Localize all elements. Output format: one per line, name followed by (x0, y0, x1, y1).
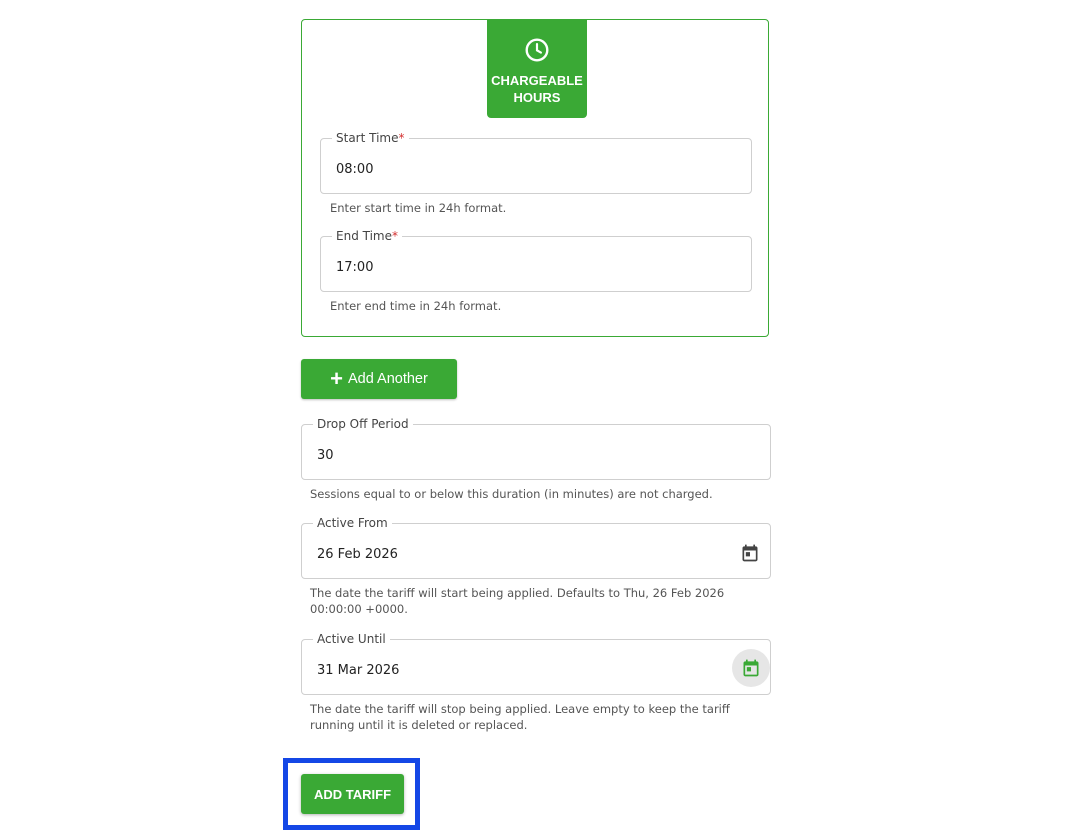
add-another-button[interactable]: + Add Another (301, 359, 457, 399)
chargeable-hours-header: CHARGEABLE HOURS (487, 19, 587, 118)
chargeable-hours-title: CHARGEABLE HOURS (491, 73, 583, 105)
start-time-value[interactable]: 08:00 (336, 162, 373, 178)
drop-off-period-field[interactable]: Drop Off Period 30 (301, 417, 771, 480)
plus-icon: + (330, 366, 344, 391)
drop-off-period-value[interactable]: 30 (317, 448, 334, 464)
end-time-field[interactable]: End Time* 17:00 (320, 229, 752, 292)
drop-off-period-label: Drop Off Period (313, 417, 413, 431)
add-another-label: Add Another (348, 371, 428, 387)
active-from-helper-line1: The date the tariff will start being app… (310, 586, 725, 600)
end-time-label: End Time* (332, 229, 402, 243)
start-time-helper: Enter start time in 24h format. (330, 201, 507, 215)
calendar-icon[interactable] (739, 542, 761, 564)
required-asterisk: * (398, 131, 405, 145)
start-time-label: Start Time* (332, 131, 409, 145)
active-from-label: Active From (313, 516, 392, 530)
end-time-value[interactable]: 17:00 (336, 260, 373, 276)
active-until-helper-line1: The date the tariff will stop being appl… (310, 702, 730, 716)
active-until-field[interactable]: Active Until 31 Mar 2026 (301, 632, 771, 695)
calendar-icon[interactable] (732, 649, 770, 687)
required-asterisk: * (392, 229, 398, 243)
active-until-label: Active Until (313, 632, 390, 646)
active-until-helper-line2: running until it is deleted or replaced. (310, 718, 528, 732)
active-until-value[interactable]: 31 Mar 2026 (317, 663, 399, 679)
active-from-value[interactable]: 26 Feb 2026 (317, 547, 398, 563)
active-from-field[interactable]: Active From 26 Feb 2026 (301, 516, 771, 579)
active-from-helper: The date the tariff will start being app… (310, 585, 724, 617)
end-time-helper: Enter end time in 24h format. (330, 299, 502, 313)
chargeable-hours-card: CHARGEABLE HOURS Start Time* 08:00 Enter… (301, 19, 769, 337)
clock-icon (525, 38, 549, 62)
add-tariff-button[interactable]: ADD TARIFF (301, 774, 404, 814)
active-until-helper: The date the tariff will stop being appl… (310, 701, 730, 733)
drop-off-period-helper: Sessions equal to or below this duration… (310, 487, 713, 501)
active-from-helper-line2: 00:00:00 +0000. (310, 602, 408, 616)
start-time-field[interactable]: Start Time* 08:00 (320, 131, 752, 194)
